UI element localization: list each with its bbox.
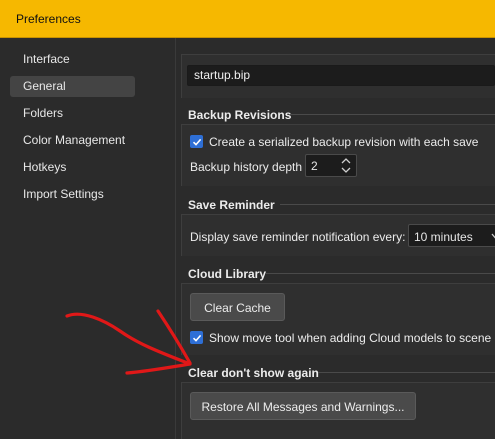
cloud-library-rule (266, 273, 495, 274)
check-icon (192, 138, 202, 146)
clear-dont-show-rule (318, 372, 495, 373)
spin-up-icon (341, 158, 351, 164)
save-reminder-title: Save Reminder (188, 198, 275, 212)
sidebar-item-interface[interactable]: Interface (10, 49, 135, 70)
sidebar-item-hotkeys[interactable]: Hotkeys (10, 157, 135, 178)
create-backup-checkbox[interactable] (190, 135, 203, 148)
history-depth-spinbox[interactable]: 2 (305, 154, 357, 177)
save-reminder-label: Display save reminder notification every… (190, 230, 406, 244)
spin-down-icon (341, 167, 351, 173)
clear-dont-show-title: Clear don't show again (188, 366, 319, 380)
sidebar-item-color-management[interactable]: Color Management (10, 130, 135, 151)
cloud-library-title: Cloud Library (188, 267, 267, 281)
sidebar-item-import-settings[interactable]: Import Settings (10, 184, 135, 205)
spin-arrows[interactable] (338, 156, 354, 175)
show-move-tool-checkbox[interactable] (190, 331, 203, 344)
window-title: Preferences (16, 12, 81, 26)
sidebar-item-general[interactable]: General (10, 76, 135, 97)
clear-cache-button[interactable]: Clear Cache (190, 293, 285, 321)
save-reminder-rule (280, 204, 495, 205)
create-backup-label: Create a serialized backup revision with… (209, 135, 479, 149)
sidebar: Interface General Folders Color Manageme… (0, 38, 150, 439)
startup-file-field[interactable]: startup.bip (187, 65, 495, 86)
chevron-down-icon (491, 233, 495, 239)
backup-revisions-rule (290, 114, 495, 115)
history-depth-label: Backup history depth (190, 160, 303, 174)
history-depth-value: 2 (311, 159, 318, 173)
show-move-tool-label: Show move tool when adding Cloud models … (209, 331, 492, 345)
save-reminder-interval-value: 10 minutes (414, 230, 473, 244)
backup-revisions-title: Backup Revisions (188, 108, 292, 122)
save-reminder-interval-select[interactable]: 10 minutes (408, 224, 495, 247)
title-bar: Preferences (0, 0, 495, 38)
restore-messages-button[interactable]: Restore All Messages and Warnings... (190, 392, 416, 420)
check-icon (192, 334, 202, 342)
sidebar-item-folders[interactable]: Folders (10, 103, 135, 124)
content-divider (175, 38, 176, 439)
